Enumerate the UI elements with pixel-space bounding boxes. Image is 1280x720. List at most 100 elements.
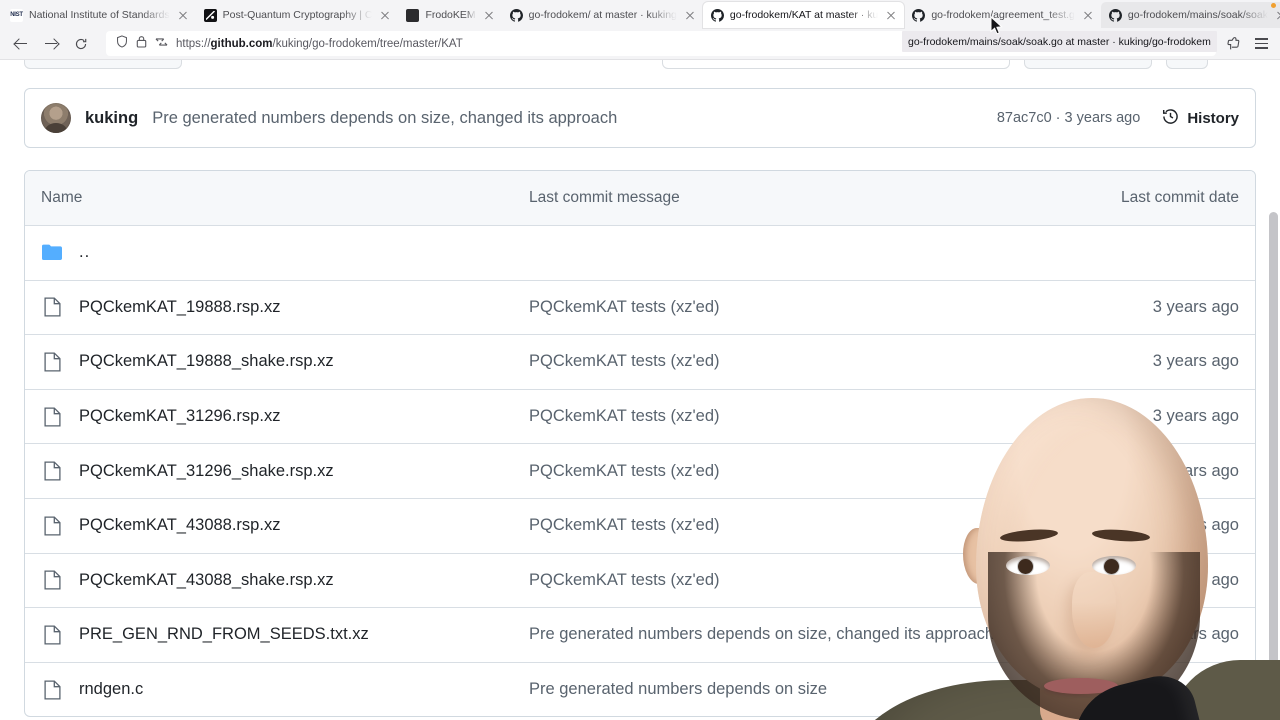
file-commit-date: 3 years ago <box>1152 570 1239 589</box>
table-row[interactable]: PQCkemKAT_31296_shake.rsp.xz PQCkemKAT t… <box>25 443 1255 498</box>
file-icon <box>41 406 63 428</box>
table-row[interactable]: PQCkemKAT_43088_shake.rsp.xz PQCkemKAT t… <box>25 552 1255 608</box>
commit-sha-and-date[interactable]: 87ac7c0 · 3 years ago <box>997 110 1140 126</box>
browser-chrome: NIST National Institute of Standards Pos… <box>0 0 1280 60</box>
update-indicator-dot <box>1271 3 1276 8</box>
status-tooltip: go-frodokem/mains/soak/soak.go at master… <box>902 31 1217 52</box>
file-icon <box>41 351 63 373</box>
add-file-button[interactable] <box>1024 60 1152 69</box>
tab-go-frodokem-kat[interactable]: go-frodokem/KAT at master · ku <box>702 2 905 28</box>
file-commit-message[interactable]: Pre generated numbers depends on size <box>529 680 827 698</box>
table-row[interactable]: rndgen.c Pre generated numbers depends o… <box>25 661 1255 717</box>
file-commit-message[interactable]: PQCkemKAT tests (xz'ed) <box>529 298 720 316</box>
hamburger-menu-icon[interactable] <box>1248 31 1274 57</box>
page-scrollbar[interactable] <box>1267 60 1280 720</box>
file-commit-message[interactable]: PQCkemKAT tests (xz'ed) <box>529 462 720 480</box>
tab-post-quantum-cryptography[interactable]: Post-Quantum Cryptography | C <box>196 2 399 28</box>
table-row[interactable]: PQCkemKAT_43088.rsp.xz PQCkemKAT tests (… <box>25 497 1255 553</box>
frodokem-icon <box>406 8 420 22</box>
translate-icon[interactable] <box>155 35 168 53</box>
table-row[interactable]: PQCkemKAT_19888_shake.rsp.xz PQCkemKAT t… <box>25 334 1255 389</box>
close-icon[interactable] <box>884 8 898 22</box>
file-table: Name Last commit message Last commit dat… <box>24 170 1256 718</box>
url-text: https://github.com/kuking/go-frodokem/tr… <box>176 38 463 50</box>
chrome-toolbar-right <box>1220 31 1274 57</box>
browser-window: NIST National Institute of Standards Pos… <box>0 0 1280 720</box>
column-header-date: Last commit date <box>1120 189 1239 206</box>
bookmark-icon[interactable] <box>1220 31 1246 57</box>
file-name[interactable]: .. <box>79 243 90 262</box>
close-icon[interactable] <box>1081 8 1095 22</box>
repo-toolbar-cropped <box>0 60 1280 70</box>
tab-label: go-frodokem/ at master · kuking <box>528 9 677 21</box>
commit-author[interactable]: kuking <box>85 109 138 128</box>
avatar[interactable] <box>41 103 71 133</box>
table-row[interactable]: PRE_GEN_RND_FROM_SEEDS.txt.xz Pre genera… <box>25 607 1255 662</box>
column-header-message: Last commit message <box>529 189 680 206</box>
file-icon <box>41 515 63 537</box>
column-header-name: Name <box>41 189 83 206</box>
file-commit-message[interactable]: PQCkemKAT tests (xz'ed) <box>529 352 720 370</box>
folder-icon <box>41 242 63 264</box>
file-commit-date: 3 years ago <box>1152 516 1239 535</box>
file-name[interactable]: PQCkemKAT_19888.rsp.xz <box>79 298 280 317</box>
table-row[interactable]: PQCkemKAT_31296.rsp.xz PQCkemKAT tests (… <box>25 388 1255 444</box>
reload-icon[interactable] <box>66 31 96 57</box>
close-icon[interactable] <box>482 8 496 22</box>
file-name[interactable]: PQCkemKAT_43088.rsp.xz <box>79 516 280 535</box>
file-icon <box>41 624 63 646</box>
branch-selector-button[interactable] <box>24 60 182 69</box>
table-row[interactable]: .. <box>25 225 1255 280</box>
github-icon <box>710 8 724 22</box>
tab-label: Post-Quantum Cryptography | C <box>222 9 373 21</box>
file-commit-date: 3 years ago <box>1152 461 1239 480</box>
file-commit-message[interactable]: PQCkemKAT tests (xz'ed) <box>529 516 720 534</box>
file-name[interactable]: PQCkemKAT_19888_shake.rsp.xz <box>79 352 334 371</box>
file-commit-date: 3 years ago <box>1152 407 1239 426</box>
file-name[interactable]: PRE_GEN_RND_FROM_SEEDS.txt.xz <box>79 625 369 644</box>
go-to-file-button[interactable] <box>662 60 1010 69</box>
history-label: History <box>1187 109 1239 127</box>
file-name[interactable]: rndgen.c <box>79 680 143 699</box>
tab-go-frodokem-soak[interactable]: go-frodokem/mains/soak/soak <box>1100 2 1280 28</box>
file-name[interactable]: PQCkemKAT_31296_shake.rsp.xz <box>79 462 334 481</box>
more-options-button[interactable] <box>1166 60 1208 69</box>
file-name[interactable]: PQCkemKAT_43088_shake.rsp.xz <box>79 571 334 590</box>
file-commit-message[interactable]: Pre generated numbers depends on size, c… <box>529 625 994 643</box>
history-clock-icon <box>1162 108 1179 129</box>
table-row[interactable]: PQCkemKAT_19888.rsp.xz PQCkemKAT tests (… <box>25 279 1255 335</box>
tab-label: go-frodokem/agreement_test.g <box>931 9 1075 21</box>
lock-icon[interactable] <box>136 35 147 53</box>
tab-nist[interactable]: NIST National Institute of Standards <box>2 2 196 28</box>
tab-go-frodokem-master[interactable]: go-frodokem/ at master · kuking <box>502 2 703 28</box>
close-icon[interactable] <box>1274 8 1280 22</box>
file-commit-date: 3 years ago <box>1152 680 1239 699</box>
url-path: /kuking/go-frodokem/tree/master/KAT <box>272 37 463 50</box>
url-domain: github.com <box>210 37 273 50</box>
latest-commit-box: kuking Pre generated numbers depends on … <box>24 88 1256 148</box>
forward-arrow-icon[interactable] <box>36 31 66 57</box>
file-icon <box>41 569 63 591</box>
commit-message[interactable]: Pre generated numbers depends on size, c… <box>152 109 617 128</box>
history-button[interactable]: History <box>1162 108 1239 129</box>
scrollbar-thumb[interactable] <box>1269 212 1278 712</box>
tab-frodokem[interactable]: FrodoKEM <box>398 2 501 28</box>
file-commit-message[interactable]: PQCkemKAT tests (xz'ed) <box>529 407 720 425</box>
file-commit-message[interactable]: PQCkemKAT tests (xz'ed) <box>529 571 720 589</box>
file-name[interactable]: PQCkemKAT_31296.rsp.xz <box>79 407 280 426</box>
file-commit-date: 3 years ago <box>1152 352 1239 371</box>
url-scheme: https:// <box>176 37 211 50</box>
github-icon <box>1108 8 1122 22</box>
repo-content: kuking Pre generated numbers depends on … <box>0 88 1280 718</box>
tab-label: go-frodokem/mains/soak/soak <box>1127 9 1268 21</box>
close-icon[interactable] <box>176 8 190 22</box>
github-icon <box>509 8 523 22</box>
shield-icon[interactable] <box>116 34 128 53</box>
commit-right-group: 87ac7c0 · 3 years ago History <box>977 108 1239 129</box>
nist-icon: NIST <box>10 8 23 22</box>
back-arrow-icon[interactable] <box>6 31 36 57</box>
close-icon[interactable] <box>683 8 697 22</box>
file-icon <box>41 460 63 482</box>
close-icon[interactable] <box>378 8 392 22</box>
tab-strip: NIST National Institute of Standards Pos… <box>0 0 1280 28</box>
